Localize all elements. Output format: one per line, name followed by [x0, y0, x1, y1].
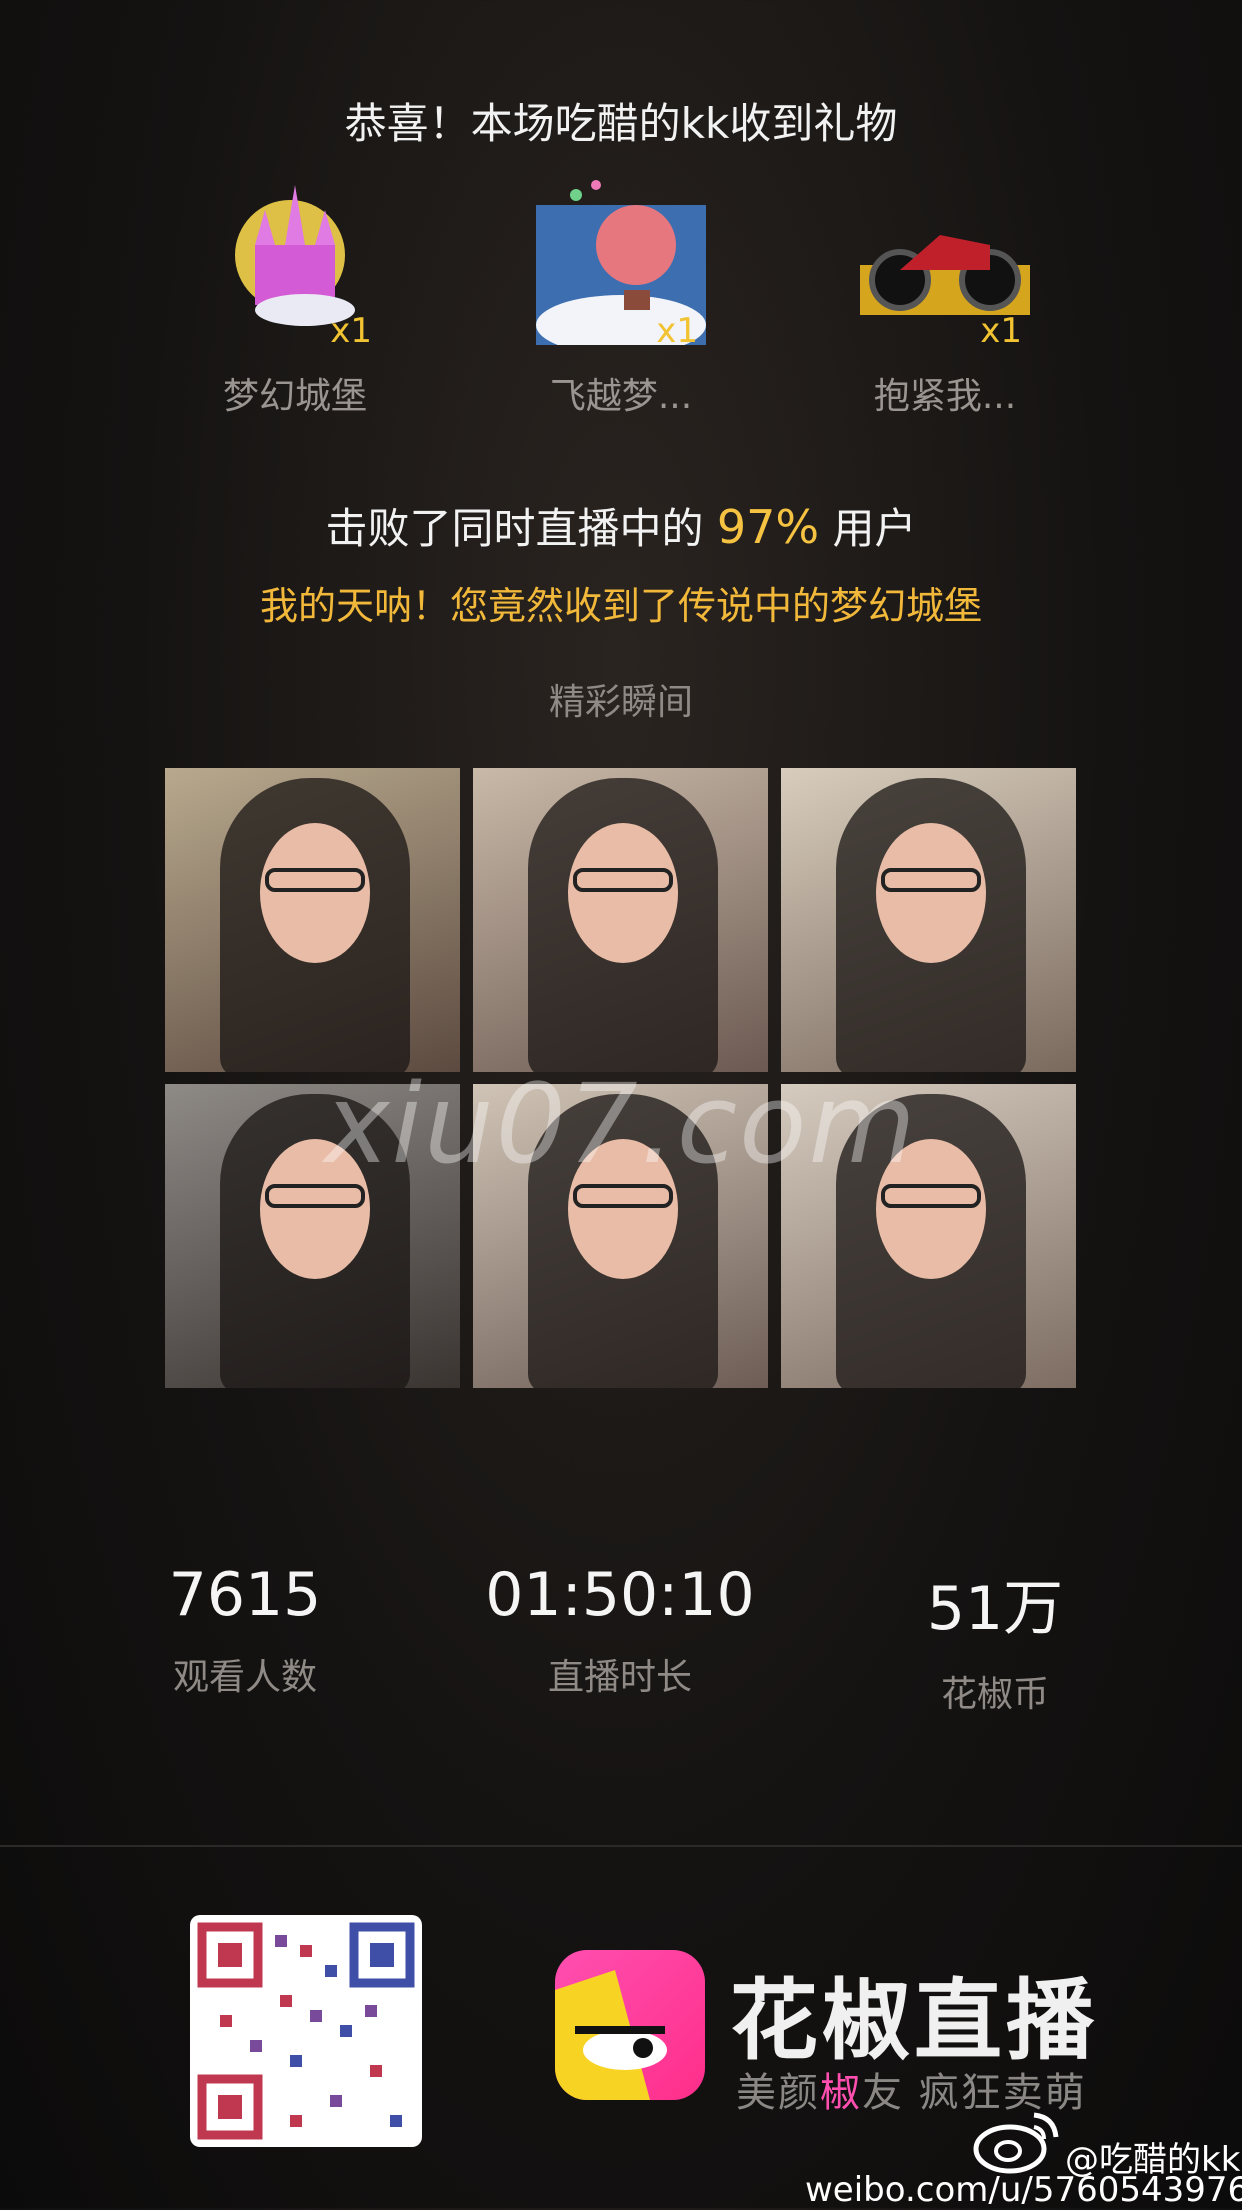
stat-label: 直播时长 [547, 1657, 692, 1698]
slogan-accent: 椒 [820, 2070, 862, 2116]
stats-row: 7615 观看人数 01:50:10 直播时长 51万 花椒币 [0, 1560, 1242, 1720]
defeat-summary: 击败了同时直播中的 97% 用户 [0, 495, 1242, 556]
qr-code[interactable] [190, 1915, 422, 2147]
weibo-icon [972, 2105, 1062, 2175]
watermark-text: xiu07.com [324, 1060, 918, 1188]
gift-item-motorcycle[interactable]: x1 抱紧我... [815, 175, 1075, 419]
stat-value: 01:50:10 [485, 1560, 755, 1630]
slogan-part: 美颜 [736, 2070, 820, 2116]
stat-value: 51万 [926, 1574, 1064, 1644]
castle-icon: x1 [210, 175, 380, 351]
gift-count: x1 [330, 311, 372, 351]
stat-label: 观看人数 [172, 1657, 317, 1698]
highlight-thumbnail[interactable] [781, 768, 1076, 1072]
gift-count: x1 [980, 311, 1022, 351]
highlight-thumbnail[interactable] [165, 768, 460, 1072]
stat-value: 7615 [168, 1560, 322, 1630]
gift-name: 飞越梦... [549, 376, 693, 417]
gift-item-balloon[interactable]: x1 飞越梦... [491, 175, 751, 419]
defeat-suffix: 用户 [832, 504, 917, 553]
brand-name: 花椒直播 [730, 1969, 1099, 2072]
defeat-prefix: 击败了同时直播中的 [325, 504, 704, 553]
legend-message: 我的天呐！您竟然收到了传说中的梦幻城堡 [259, 584, 982, 628]
stat-viewers: 7615 观看人数 [65, 1560, 425, 1700]
section-divider [0, 1845, 1242, 1847]
motorcycle-icon: x1 [860, 175, 1030, 351]
stat-label: 花椒币 [940, 1674, 1049, 1715]
gift-name: 抱紧我... [873, 376, 1017, 417]
defeat-percent: 97% [716, 500, 820, 554]
gift-name: 梦幻城堡 [222, 376, 367, 417]
weibo-url: weibo.com/u/5760543976 [805, 2170, 1242, 2210]
gift-item-castle[interactable]: x1 梦幻城堡 [165, 175, 425, 419]
highlight-thumbnail[interactable] [473, 768, 768, 1072]
app-logo-icon [555, 1950, 705, 2100]
stat-duration: 01:50:10 直播时长 [440, 1560, 800, 1700]
hot-air-balloon-icon: x1 [536, 175, 706, 355]
gift-list: x1 梦幻城堡 x1 飞越梦... x1 抱紧我... [0, 175, 1242, 435]
stat-coins: 51万 花椒币 [815, 1560, 1175, 1717]
highlights-title: 精彩瞬间 [548, 682, 693, 723]
gift-count: x1 [656, 311, 698, 351]
page-title: 恭喜！本场吃醋的kk收到礼物 [344, 99, 898, 148]
